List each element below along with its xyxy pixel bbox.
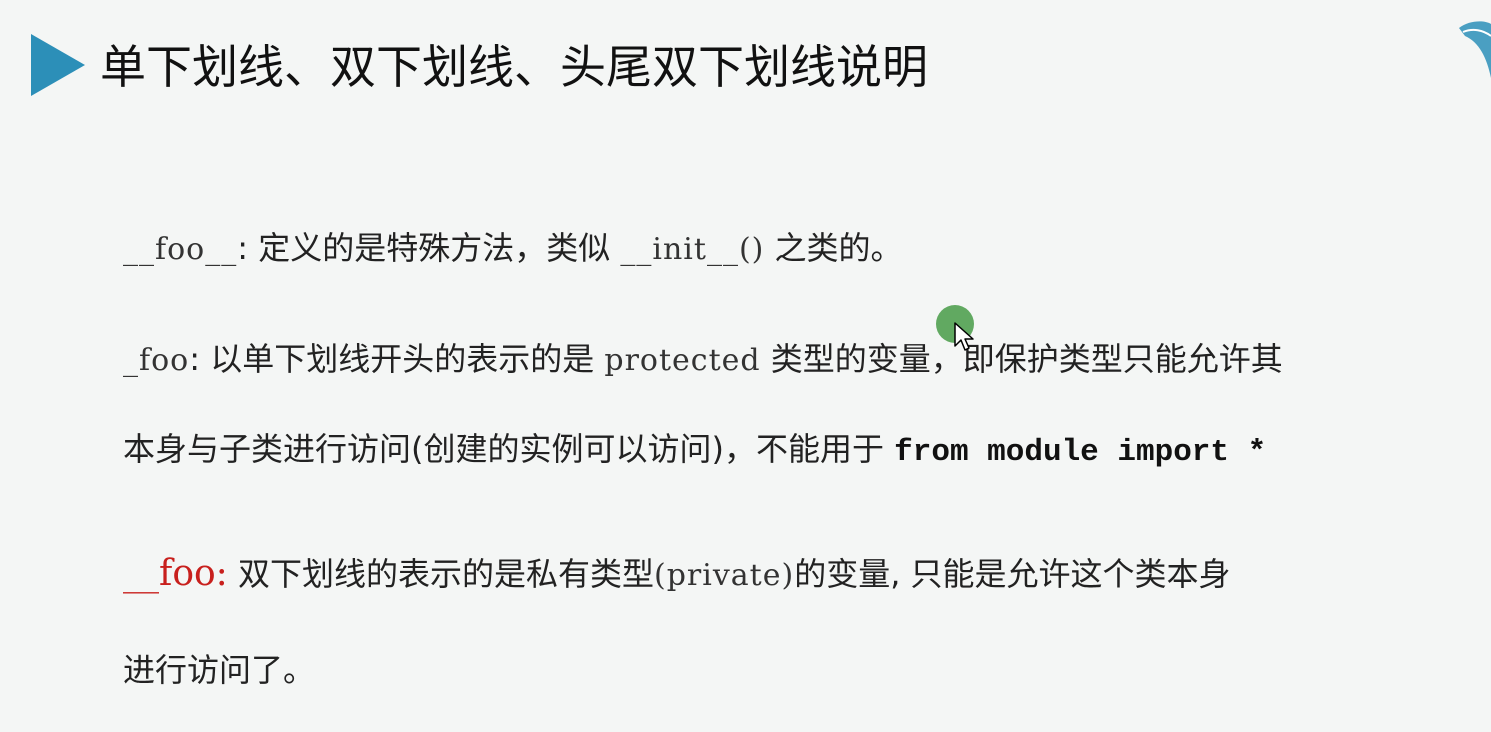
description-line-single-underscore: _foo: 以单下划线开头的表示的是 protected 类型的变量，即保护类型… [123, 337, 1283, 383]
line-text: 之类的。 [764, 229, 903, 267]
corner-logo-icon [1459, 21, 1491, 79]
code-from-module-import: from module import * [894, 435, 1267, 470]
code-private: (private) [654, 558, 795, 593]
line-text: 进行访问了。 [123, 651, 316, 689]
code-init: __init__() [620, 232, 765, 267]
slide-title: 单下划线、双下划线、头尾双下划线说明 [100, 40, 928, 94]
slide: 单下划线、双下划线、头尾双下划线说明 __foo__: 定义的是特殊方法，类似 … [0, 0, 1491, 732]
line-text: 本身与子类进行访问(创建的实例可以访问)，不能用于 [123, 430, 895, 468]
line-text: : 定义的是特殊方法，类似 [237, 229, 621, 267]
play-triangle-icon [31, 34, 85, 96]
description-line-end: 进行访问了。 [123, 648, 315, 692]
line-text: 双下划线的表示的是私有类型 [227, 555, 654, 593]
code-protected: protected [604, 343, 761, 378]
code-private-foo: __foo: [123, 553, 228, 594]
description-line-dunder: __foo__: 定义的是特殊方法，类似 __init__() 之类的。 [123, 226, 903, 272]
mouse-pointer-icon [954, 322, 974, 351]
code-dunder-foo: __foo__ [123, 232, 238, 267]
description-line-double-underscore: __foo: 双下划线的表示的是私有类型(private)的变量, 只能是允许这… [123, 552, 1231, 598]
line-text: 的变量, 只能是允许这个类本身 [794, 555, 1231, 593]
line-text: : 以单下划线开头的表示的是 [189, 340, 605, 378]
description-line-continuation: 本身与子类进行访问(创建的实例可以访问)，不能用于 from module im… [123, 427, 1266, 475]
line-text: 类型的变量，即保护类型只能允许其 [760, 340, 1283, 378]
code-single-foo: _foo [123, 343, 190, 378]
